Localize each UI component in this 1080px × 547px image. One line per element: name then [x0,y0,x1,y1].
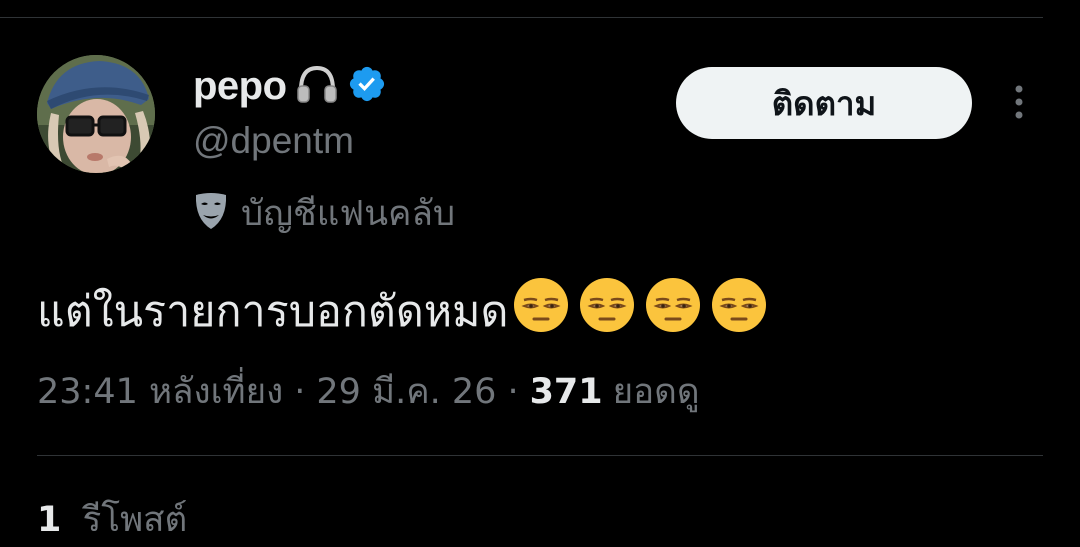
relieved-face-icon [644,276,702,345]
retweets-stat[interactable]: 1 รีโพสต์ [37,492,187,547]
top-divider [0,17,1043,18]
meta-separator: · [507,371,519,412]
retweets-count: 1 [37,500,62,540]
mask-icon [193,191,229,236]
relieved-face-icon [710,276,768,345]
views-label: ยอดดู [612,372,700,412]
display-name-row[interactable]: pepo [193,64,387,109]
tweet-date[interactable]: 29 มี.ค. 26 [316,364,496,419]
tweet-time[interactable]: 23:41 หลังเที่ยง [37,364,283,419]
tweet-meta: 23:41 หลังเที่ยง · 29 มี.ค. 26 · 371 ยอด… [37,364,700,419]
headphone-icon [295,64,339,109]
meta-separator: · [294,371,306,412]
relieved-face-icon [578,276,636,345]
display-name[interactable]: pepo [193,64,287,109]
emoji-group [512,276,768,345]
avatar[interactable] [37,55,155,173]
fan-account-row: บัญชีแฟนคลับ [193,186,455,241]
relieved-face-icon [512,276,570,345]
fan-account-label: บัญชีแฟนคลับ [241,194,456,234]
verified-badge-icon[interactable] [347,64,387,109]
tweet-text: แต่ในรายการบอกตัดหมด [37,276,768,345]
divider [37,455,1043,456]
views-count: 371 [529,371,603,412]
handle[interactable]: @dpentm [193,120,354,162]
follow-button[interactable]: ติดตาม [676,67,972,139]
more-vertical-icon [1015,85,1023,119]
more-options-button[interactable] [1004,80,1034,130]
tweet-body: แต่ในรายการบอกตัดหมด [37,286,509,337]
retweets-label: รีโพสต์ [82,500,188,540]
